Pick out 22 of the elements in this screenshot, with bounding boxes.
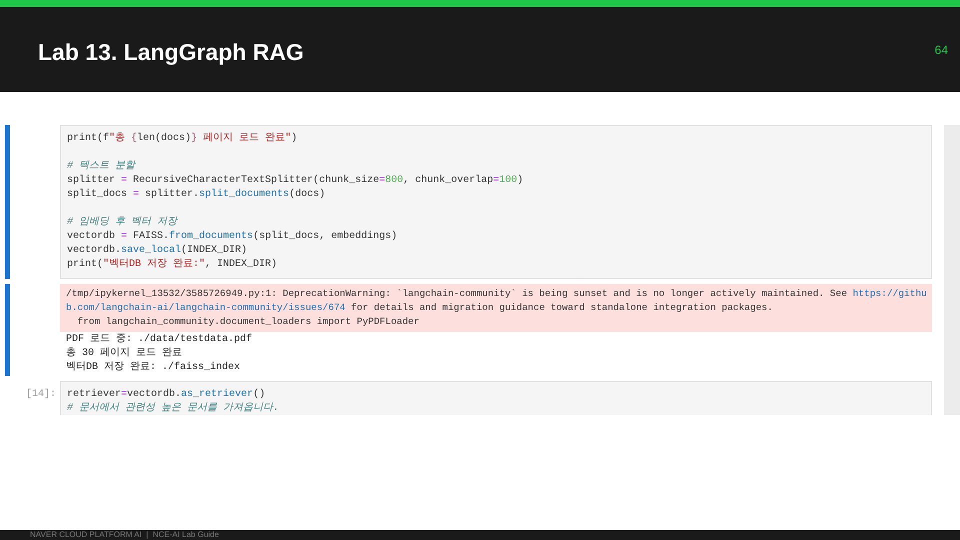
output-line: 총 30 페이지 로드 완료 xyxy=(66,347,184,361)
warning-line: b.com/langchain-ai/langchain-community/issues/674 for details and migration guidance toward standalone integration packages. xyxy=(66,301,773,315)
code-line: print("벡터DB 저장 완료:", INDEX_DIR) xyxy=(67,258,278,272)
slide-title: Lab 13. LangGraph RAG xyxy=(38,38,304,67)
code-line: vectordb = FAISS.from_documents(split_docs, embeddings) xyxy=(67,230,398,244)
code-line: vectordb.save_local(INDEX_DIR) xyxy=(67,244,248,258)
code-line: splitter = RecursiveCharacterTextSplitter(chunk_size=800, chunk_overlap=100) xyxy=(67,174,524,188)
page-number: 64 xyxy=(934,42,948,59)
code-cell[interactable]: retriever=vectordb.as_retriever() # 문서에서 관련성 높은 문서를 가져옵니다. xyxy=(60,381,932,415)
code-line: split_docs = splitter.split_documents(docs) xyxy=(67,188,326,202)
code-line: retriever=vectordb.as_retriever() xyxy=(67,388,266,402)
output-line: PDF 로드 중: ./data/testdata.pdf xyxy=(66,333,254,347)
warning-line: from langchain_community.document_loaders import PyPDFLoader xyxy=(76,315,420,329)
output-line: 벡터DB 저장 완료: ./faiss_index xyxy=(66,361,242,375)
code-cell[interactable] xyxy=(60,125,932,279)
footer-text: NAVER CLOUD PLATFORM AI | NCE-AI Lab Guide xyxy=(30,530,219,540)
warning-line: /tmp/ipykernel_13532/3585726949.py:1: DeprecationWarning: `langchain-community` is being sunset and is no longer actively maintained. See https://githu xyxy=(66,287,927,301)
code-line: # 임베딩 후 벡터 저장 xyxy=(67,216,178,230)
code-line: print(f"총 {len(docs)} 페이지 로드 완료") xyxy=(67,132,298,146)
code-line: # 문서에서 관련성 높은 문서를 가져옵니다. xyxy=(67,402,280,415)
code-line: # 텍스트 분할 xyxy=(67,160,136,174)
cell-prompt: [14]: xyxy=(26,389,56,400)
